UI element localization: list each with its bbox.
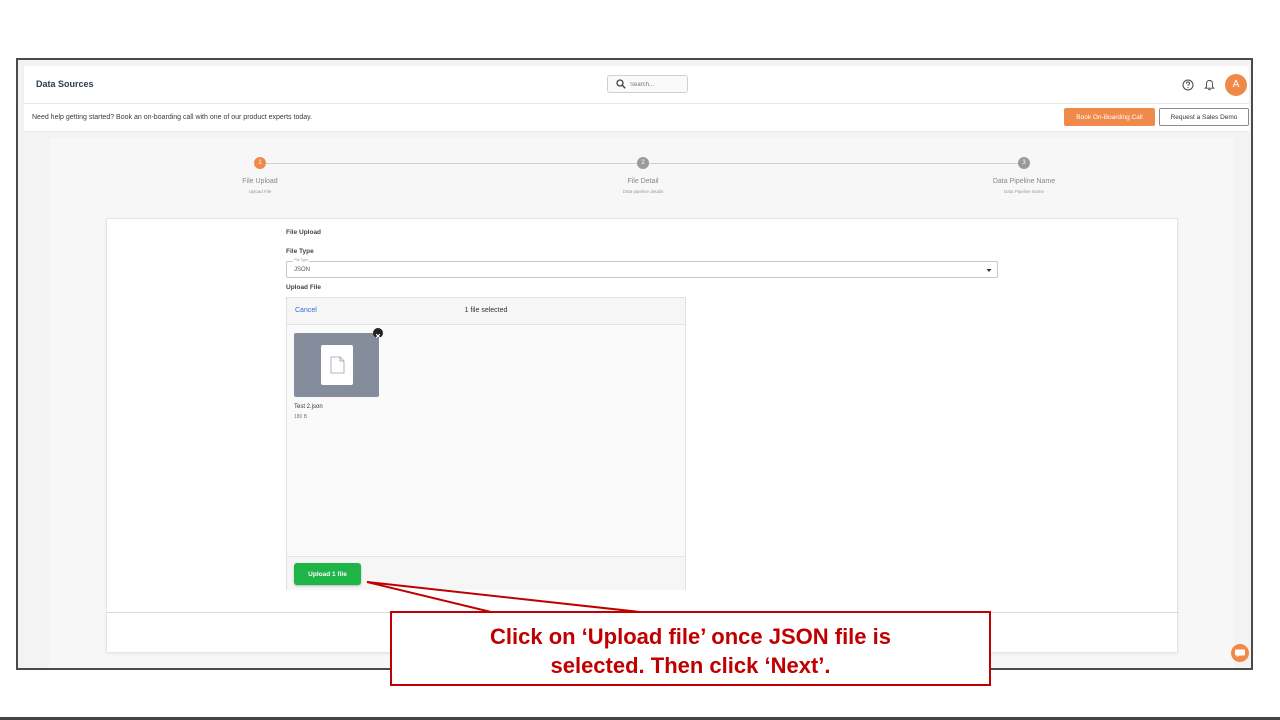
file-uploader: Cancel 1 file selected Test 2.json 180 B… — [286, 297, 686, 590]
main-content: 1 File Upload Upload File 2 File Detail … — [49, 138, 1234, 668]
step-3-title: Data Pipeline Name — [992, 178, 1056, 185]
file-type-floating-label: File Type — [293, 258, 310, 262]
file-size: 180 B — [294, 414, 308, 420]
step-3-subtitle: Data Pipeline Name — [1003, 189, 1045, 194]
section-title: File Upload — [286, 229, 322, 236]
chat-support-icon[interactable] — [1231, 644, 1249, 662]
upload-card: File Upload File Type File Type JSON Upl… — [106, 218, 1179, 653]
step-2-indicator[interactable]: 2 — [637, 157, 649, 169]
step-2-subtitle: Data pipeline details — [622, 189, 664, 194]
callout-line-2: selected. Then click ‘Next’. — [550, 653, 831, 678]
step-connector — [649, 163, 1018, 164]
page-title: Data Sources — [36, 79, 94, 89]
book-onboarding-button[interactable]: Book On-Boarding Call — [1064, 108, 1155, 126]
callout-line-1: Click on ‘Upload file’ once JSON file is — [490, 624, 891, 649]
file-thumbnail — [294, 333, 379, 397]
file-name: Test 2.json — [294, 404, 323, 410]
help-icon[interactable] — [1182, 79, 1194, 91]
uploader-status-bar: Cancel 1 file selected — [287, 298, 685, 325]
search-icon — [616, 79, 626, 89]
uploader-footer: Upload 1 file — [287, 556, 685, 590]
step-connector — [266, 163, 637, 164]
file-type-label: File Type — [286, 248, 314, 255]
file-outline-icon — [330, 356, 345, 374]
tutorial-slide: Data Sources A Need help getting started… — [0, 0, 1280, 720]
search-box[interactable] — [607, 75, 688, 93]
bell-icon[interactable] — [1204, 79, 1215, 91]
step-2-title: File Detail — [627, 178, 659, 185]
upload-files-button[interactable]: Upload 1 file — [294, 563, 361, 585]
step-1-title: File Upload — [242, 178, 278, 185]
step-1-indicator[interactable]: 1 — [254, 157, 266, 169]
stepper: 1 File Upload Upload File 2 File Detail … — [49, 138, 1234, 218]
onboarding-banner: Need help getting started? Book an on-bo… — [24, 104, 1249, 132]
search-input[interactable] — [630, 79, 684, 90]
callout-text: Click on ‘Upload file’ once JSON file is… — [392, 622, 989, 680]
chevron-down-icon — [986, 269, 992, 272]
request-demo-button[interactable]: Request a Sales Demo — [1159, 108, 1249, 126]
file-type-value: JSON — [294, 267, 311, 273]
step-3-indicator[interactable]: 3 — [1018, 157, 1030, 169]
app-screenshot-frame: Data Sources A Need help getting started… — [16, 58, 1253, 670]
document-icon — [321, 345, 353, 385]
selected-count: 1 file selected — [464, 307, 508, 314]
upload-file-label: Upload File — [286, 284, 322, 291]
instruction-callout: Click on ‘Upload file’ once JSON file is… — [390, 611, 991, 686]
app-header: Data Sources A — [24, 66, 1249, 104]
file-type-select[interactable]: File Type JSON — [286, 258, 998, 278]
step-1-subtitle: Upload File — [248, 189, 272, 194]
avatar[interactable]: A — [1225, 74, 1247, 96]
remove-file-icon[interactable] — [373, 328, 383, 339]
banner-text: Need help getting started? Book an on-bo… — [32, 114, 313, 121]
